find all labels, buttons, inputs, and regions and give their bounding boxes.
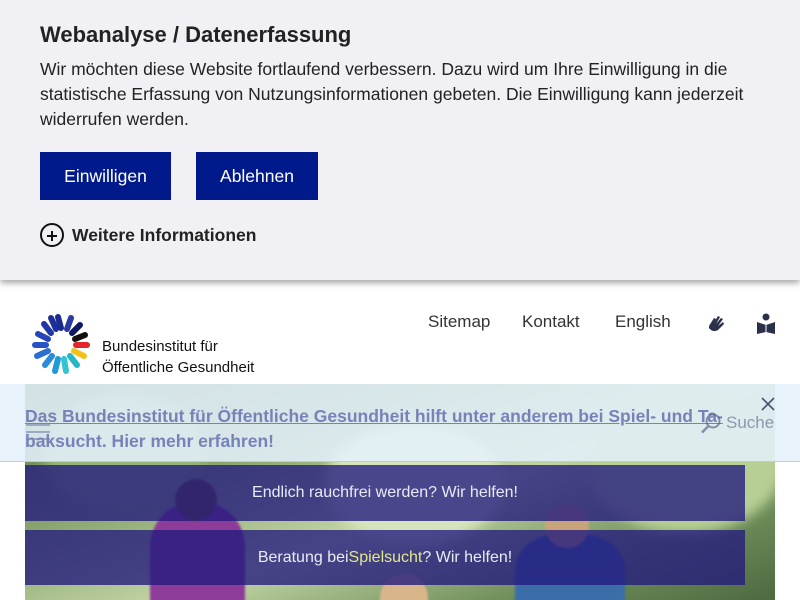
decline-button[interactable]: Ablehnen: [196, 152, 318, 200]
gambling-help-text-post: ? Wir helfen!: [422, 548, 513, 566]
consent-banner: Webanalyse / Datenerfassung Wir möchten …: [0, 0, 800, 280]
gambling-help-text-pre: Beratung bei: [257, 548, 349, 566]
more-info-label: Weitere Informationen: [72, 224, 257, 245]
search-icon[interactable]: [700, 412, 722, 434]
search-label[interactable]: Suche: [726, 413, 774, 433]
info-banner-link[interactable]: Das Bundesinstitut für Öffentliche Gesun…: [25, 404, 735, 454]
more-info-toggle[interactable]: Weitere Informationen: [40, 222, 256, 248]
info-banner: Das Bundesinstitut für Öffentliche Gesun…: [0, 384, 800, 462]
accept-button[interactable]: Einwilligen: [40, 152, 171, 200]
site-header: Bundesinstitut für Öffentliche Gesundhei…: [0, 280, 800, 384]
nav-kontakt-link[interactable]: Kontakt: [522, 312, 580, 332]
plus-circle-icon: [40, 223, 64, 247]
top-navigation: Sitemap Kontakt English: [0, 312, 800, 336]
smoking-help-button[interactable]: Endlich rauchfrei werden? Wir helfen!: [25, 465, 745, 521]
gambling-help-button[interactable]: Beratung bei Spielsucht? Wir helfen!: [25, 530, 745, 585]
sign-language-icon[interactable]: [706, 312, 728, 334]
gambling-help-highlight: Spielsucht: [348, 548, 423, 566]
logo-text[interactable]: Bundesinstitut für Öffentliche Gesundhei…: [102, 336, 254, 378]
consent-title: Webanalyse / Datenerfassung: [40, 22, 352, 47]
nav-english-link[interactable]: English: [615, 312, 671, 332]
logo-line-2: Öffentliche Gesundheit: [102, 359, 255, 376]
logo-line-1: Bundesinstitut für: [102, 338, 218, 355]
close-icon[interactable]: [760, 396, 776, 412]
consent-text: Wir möchten diese Website fortlaufend ve…: [40, 59, 744, 129]
info-text-line-2: baksucht. Hier mehr erfahren!: [25, 431, 274, 451]
info-text-line-1: Das Bundesinstitut für Öffentliche Gesun…: [25, 406, 723, 426]
easy-language-book-icon[interactable]: [756, 313, 776, 335]
nav-sitemap-link[interactable]: Sitemap: [428, 312, 490, 332]
